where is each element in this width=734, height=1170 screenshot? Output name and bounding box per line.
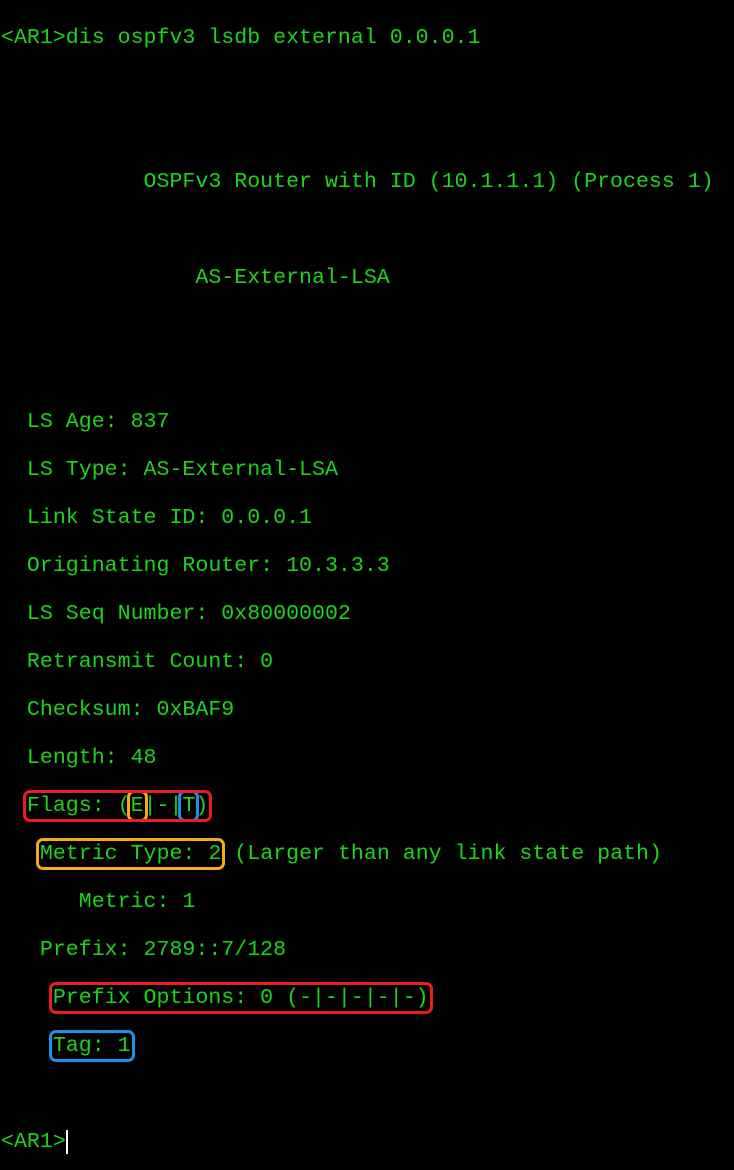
field-prefix: Prefix: 2789::7/128 <box>1 938 287 962</box>
field-ls-type: LS Type: AS-External-LSA <box>1 458 338 482</box>
command-line: <AR1>dis ospfv3 lsdb external 0.0.0.1 <box>1 26 481 50</box>
router-header: OSPFv3 Router with ID (10.1.1.1) (Proces… <box>1 170 714 194</box>
field-retransmit: Retransmit Count: 0 <box>1 650 274 674</box>
lsa-title: AS-External-LSA <box>1 266 390 290</box>
field-originating-router: Originating Router: 10.3.3.3 <box>1 554 390 578</box>
field-flags: Flags: (E|-|T) <box>1 790 714 822</box>
terminal-output[interactable]: <AR1>dis ospfv3 lsdb external 0.0.0.1 OS… <box>1 2 714 1170</box>
field-checksum: Checksum: 0xBAF9 <box>1 698 235 722</box>
prompt: <AR1> <box>1 1130 66 1154</box>
field-metric: Metric: 1 <box>1 890 196 914</box>
field-tag: Tag: 1 <box>1 1030 714 1062</box>
flag-t-highlight: T <box>178 790 200 822</box>
field-length: Length: 48 <box>1 746 157 770</box>
flags-highlight-red: Flags: (E|-|T) <box>22 790 213 822</box>
flag-e-highlight: E <box>126 790 148 822</box>
tag-highlight: Tag: 1 <box>48 1030 135 1062</box>
text-cursor <box>65 1130 68 1154</box>
field-link-state-id: Link State ID: 0.0.0.1 <box>1 506 313 530</box>
field-prefix-options: Prefix Options: 0 (-|-|-|-|-) <box>1 982 714 1014</box>
field-ls-seq: LS Seq Number: 0x80000002 <box>1 602 351 626</box>
prefix-options-highlight: Prefix Options: 0 (-|-|-|-|-) <box>48 982 433 1014</box>
field-metric-type: Metric Type: 2 (Larger than any link sta… <box>35 838 662 870</box>
field-ls-age: LS Age: 837 <box>1 410 170 434</box>
prompt-line[interactable]: <AR1> <box>1 1130 714 1154</box>
metric-type-highlight: Metric Type: 2 <box>35 838 226 870</box>
